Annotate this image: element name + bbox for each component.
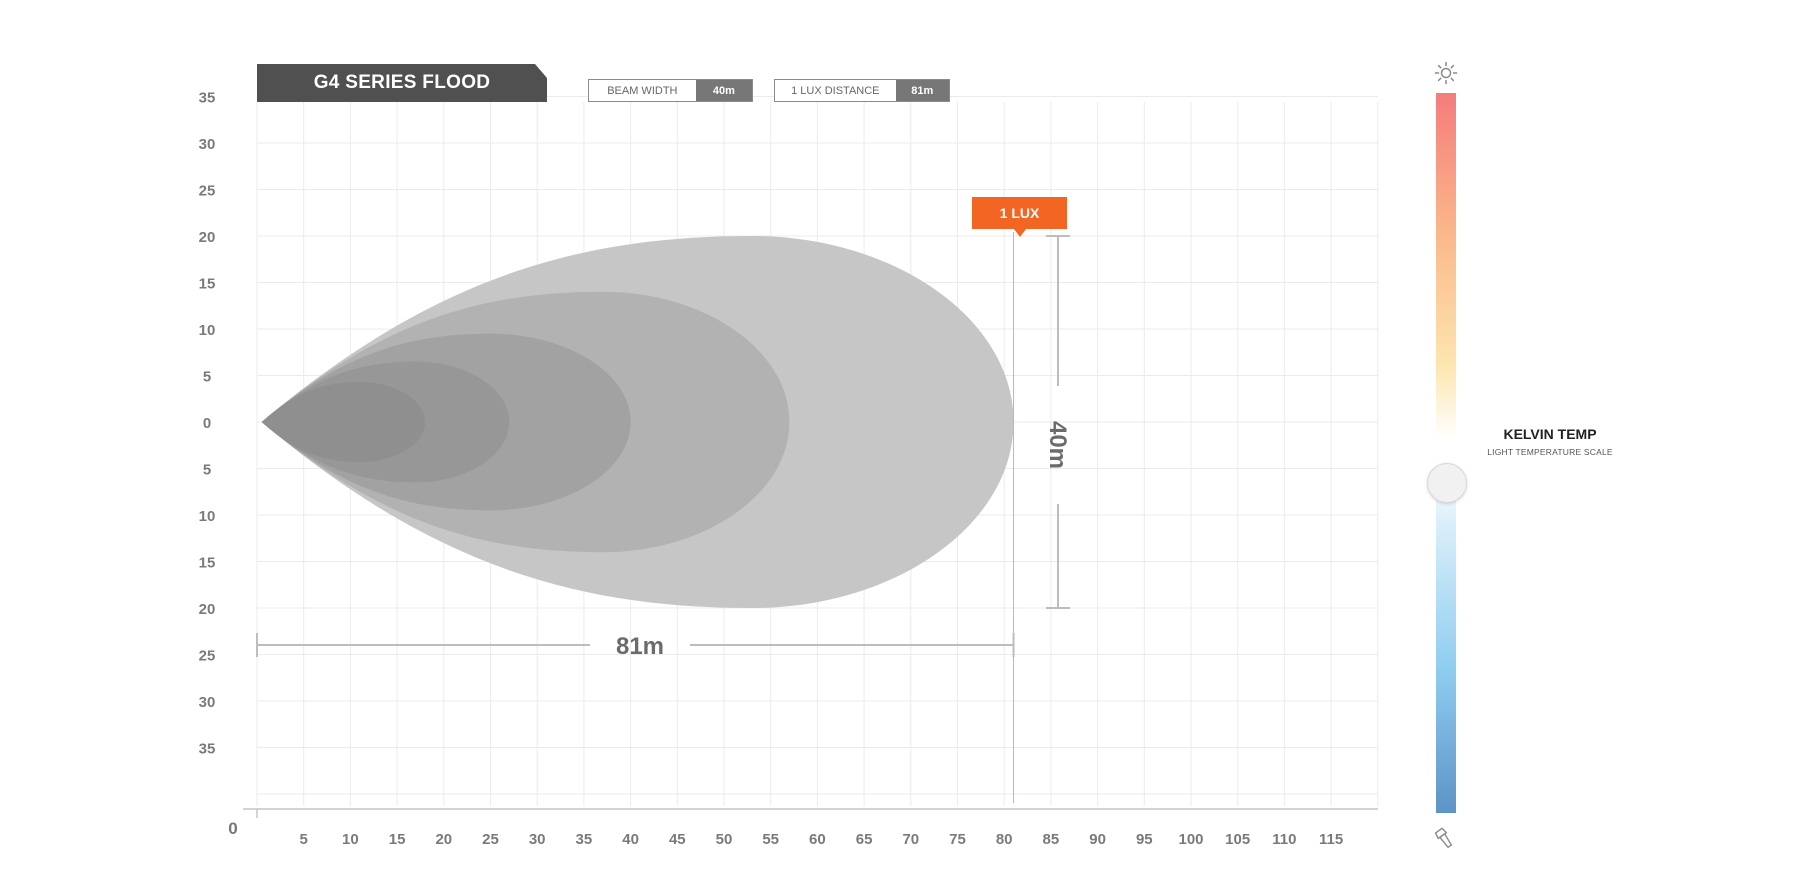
- x-tick-label: 55: [762, 831, 779, 848]
- beam-width-stat: BEAM WIDTH 40m: [588, 79, 753, 102]
- y-tick-label: 20: [199, 229, 216, 246]
- beam-width-label: BEAM WIDTH: [589, 80, 696, 101]
- x-tick-label: 40: [622, 831, 639, 848]
- x-tick-label: 65: [856, 831, 873, 848]
- x-tick-label: 110: [1272, 831, 1296, 848]
- y-axis-labels: 35 30 25 20 15 10 5 0 5 10 15 20 25 30 35: [199, 90, 216, 758]
- y-tick-label: 5: [203, 369, 211, 386]
- y-tick-label: 10: [199, 508, 216, 525]
- x-tick-label: 60: [809, 831, 826, 848]
- kelvin-slider-handle[interactable]: [1427, 463, 1467, 503]
- beam-width-value: 40m: [695, 80, 752, 101]
- x-axis-labels: 5 10 15 20 25 30 35 40 45 50 55 60 65 70 75 80 85 90 95 100…: [300, 831, 1344, 848]
- y-tick-label: 35: [199, 90, 216, 107]
- x-tick-label: 50: [716, 831, 733, 848]
- x-tick-label: 115: [1319, 831, 1343, 848]
- x-tick-label: 105: [1225, 831, 1250, 848]
- y-tick-label: 10: [199, 322, 216, 339]
- y-tick-label: 30: [199, 136, 216, 153]
- kelvin-subtitle: LIGHT TEMPERATURE SCALE: [1487, 447, 1613, 457]
- x-tick-label: 5: [300, 831, 308, 848]
- sun-icon: [1434, 61, 1458, 85]
- x-tick-label: 75: [949, 831, 966, 848]
- x-tick-label: 25: [482, 831, 499, 848]
- lux-marker-tag: 1 LUX: [972, 197, 1067, 237]
- y-tick-label: 25: [199, 183, 216, 200]
- y-tick-label: 0: [203, 415, 211, 432]
- x-tick-label: 35: [576, 831, 593, 848]
- x-tick-label: 80: [996, 831, 1013, 848]
- kelvin-title: KELVIN TEMP: [1503, 426, 1597, 442]
- x-tick-label: 100: [1178, 831, 1203, 848]
- y-tick-label: 15: [199, 276, 216, 293]
- y-tick-label: 30: [199, 694, 216, 711]
- origin-label: 0: [228, 819, 237, 838]
- x-tick-label: 15: [389, 831, 406, 848]
- x-tick-label: 45: [669, 831, 686, 848]
- x-tick-label: 95: [1136, 831, 1153, 848]
- beam-pattern: [261, 236, 1014, 608]
- y-tick-label: 5: [203, 462, 211, 479]
- x-tick-label: 85: [1043, 831, 1060, 848]
- y-tick-label: 25: [199, 648, 216, 665]
- x-tick-label: 90: [1089, 831, 1106, 848]
- chart-title: G4 SERIES FLOOD: [257, 64, 547, 102]
- y-tick-label: 15: [199, 555, 216, 572]
- y-tick-label: 35: [199, 741, 216, 758]
- x-tick-label: 20: [435, 831, 452, 848]
- width-label: 40m: [1044, 421, 1071, 469]
- x-tick-label: 30: [529, 831, 546, 848]
- x-tick-label: 70: [902, 831, 919, 848]
- y-tick-label: 20: [199, 601, 216, 618]
- kelvin-scale-bar: [1436, 93, 1456, 813]
- distance-label: 81m: [616, 633, 664, 660]
- lux-distance-stat: 1 LUX DISTANCE 81m: [774, 79, 950, 102]
- beam-zone-5: [261, 382, 426, 462]
- lux-distance-label: 1 LUX DISTANCE: [775, 80, 896, 101]
- flashlight-icon: [1434, 827, 1453, 849]
- lux-distance-value: 81m: [895, 80, 949, 101]
- x-tick-label: 10: [342, 831, 359, 848]
